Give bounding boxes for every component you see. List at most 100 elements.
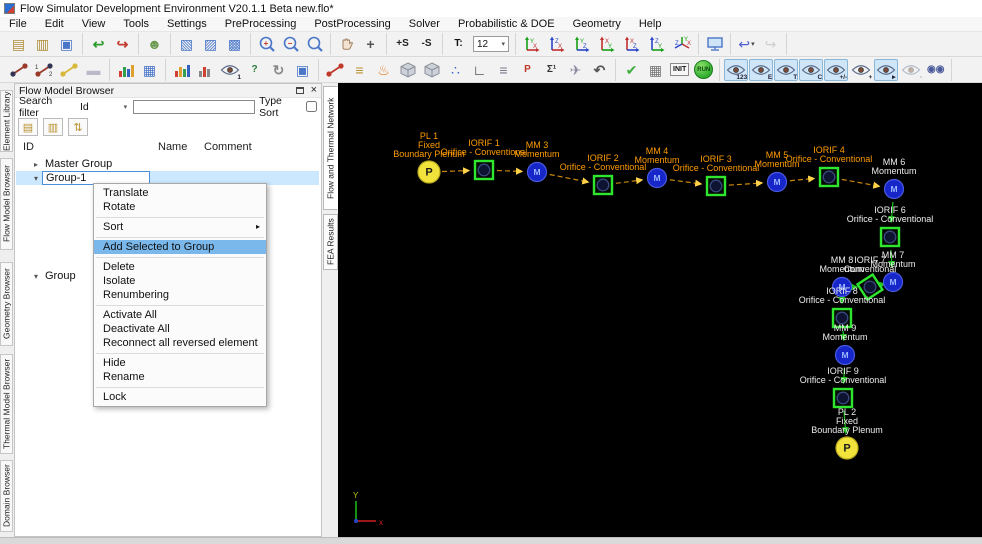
menu-tools[interactable]: Tools [114,18,158,30]
report-page-icon[interactable]: ? [243,59,266,81]
renumber-element-icon[interactable]: 12 [32,59,56,81]
combustion-icon[interactable]: ♨ [372,59,395,81]
open-model-icon[interactable]: ▥ [31,33,54,55]
menu-file[interactable]: File [0,18,36,30]
zoom-window-icon[interactable] [303,33,326,55]
tab-domain-browser[interactable]: Domain Browser [0,460,13,532]
edge-iorif2-mm4[interactable] [616,180,642,183]
menu-item-renumbering[interactable]: Renumbering [94,288,266,302]
chain-link-icon[interactable] [323,59,347,81]
hierarchy-icon[interactable]: ≡ [348,59,371,81]
chevron-down-icon[interactable]: ▾ [30,174,42,183]
view-iso-icon[interactable]: YXZ [670,33,694,55]
view-xy-icon[interactable]: XY [595,33,619,55]
edge-iorif1-mm3[interactable] [497,170,522,171]
tab-geometry-browser[interactable]: Geometry Browser [0,262,13,346]
menu-view[interactable]: View [73,18,115,30]
select-box-icon[interactable]: ▩ [223,33,246,55]
select-group-icon[interactable]: ▨ [199,33,222,55]
create-element-icon[interactable] [7,59,31,81]
menu-probabilistic-doe[interactable]: Probabilistic & DOE [449,18,564,30]
p-curve-icon[interactable]: P [516,59,539,81]
redo-icon[interactable]: ↪ [759,33,782,55]
export-model-icon[interactable]: ↪ [111,33,134,55]
column-id[interactable]: ID [23,141,34,153]
fit-view-icon[interactable] [703,33,726,55]
node-mm9[interactable]: M [836,346,855,365]
select-elements-icon[interactable]: ▧ [175,33,198,55]
menu-item-translate[interactable]: Translate [94,186,266,200]
edge-mm3-iorif2[interactable] [550,175,589,183]
network-canvas[interactable]: PPL 1FixedBoundary PlenumIORIF 1Orifice … [338,83,982,537]
sort-tree-button[interactable]: ⇅ [68,118,88,136]
menu-help[interactable]: Help [630,18,671,30]
user-icon[interactable]: ☻ [143,33,166,55]
show-temps-icon[interactable]: T [774,59,798,81]
node-iorif2[interactable] [594,176,612,194]
menu-item-sort[interactable]: Sort▸ [94,220,266,234]
edit-element-icon[interactable] [57,59,81,81]
save-results-icon[interactable]: ▣ [291,59,314,81]
menu-preprocessing[interactable]: PreProcessing [216,18,306,30]
node-iorif3[interactable] [707,177,725,195]
node-mm6[interactable]: M [885,180,904,199]
node-mm5[interactable]: M [768,173,787,192]
sigma-icon[interactable]: Σ¹ [540,59,563,81]
column-comment[interactable]: Comment [204,141,252,153]
menu-item-deactivate-all[interactable]: Deactivate All [94,322,266,336]
edge-iorif3-mm5[interactable] [729,183,762,185]
edge-mm4-iorif3[interactable] [670,180,701,184]
chevron-right-icon[interactable]: ▸ [30,160,42,169]
tab-element-library[interactable]: Element Library [0,90,13,152]
highlight-pick-icon[interactable]: ► [874,59,898,81]
view-yx-icon[interactable]: YX [520,33,544,55]
menu-item-lock[interactable]: Lock [94,390,266,404]
add-group-button[interactable]: ▤ [18,118,38,136]
node-pl2[interactable]: P [836,437,858,459]
node-iorif4[interactable] [820,168,838,186]
tab-fea-results[interactable]: FEA Results [323,214,338,270]
column-name[interactable]: Name [158,141,187,153]
type-sort-checkbox[interactable] [306,101,317,112]
contour-legend-icon[interactable] [170,59,193,81]
save-model-icon[interactable]: ▣ [55,33,78,55]
run-button[interactable]: RUN [692,59,715,81]
edge-pl1-iorif1[interactable] [442,171,469,172]
node-mm3[interactable]: M [528,163,547,182]
merge-element-icon[interactable]: ▬ [82,59,105,81]
chevron-down-icon[interactable]: ▾ [30,272,42,281]
decrease-symbol-icon[interactable]: -S [415,33,438,55]
undo-icon[interactable]: ↩▾ [735,33,758,55]
results-chart-icon[interactable] [114,59,137,81]
view-zx-icon[interactable]: ZX [545,33,569,55]
new-model-icon[interactable]: ▤ [7,33,30,55]
menu-settings[interactable]: Settings [158,18,216,30]
reverse-connect-icon[interactable]: ↶ [588,59,611,81]
colored-nodes-icon[interactable]: ∴ [444,59,467,81]
node-iorif9[interactable] [834,389,852,407]
hide-selected-icon[interactable]: ▫ [899,59,923,81]
wire-cube-icon[interactable] [420,59,443,81]
pan-hand-icon[interactable] [335,33,358,55]
zoom-out-icon[interactable]: − [279,33,302,55]
init-button[interactable]: INIT [668,59,691,81]
tab-flow-model-browser[interactable]: Flow Model Browser [0,158,13,250]
font-size-select[interactable]: 12▾ [471,33,511,55]
node-mm4[interactable]: M [648,169,667,188]
node-iorif1[interactable] [475,161,493,179]
show-elements-icon[interactable]: E [749,59,773,81]
show-result-values-icon[interactable]: 1 [218,59,242,81]
solid-cube-icon[interactable] [396,59,419,81]
menu-postprocessing[interactable]: PostProcessing [305,18,399,30]
menu-item-hide[interactable]: Hide [94,356,266,370]
tab-flow-and-thermal-network[interactable]: Flow and Thermal Network [323,86,338,210]
remove-group-button[interactable]: ▥ [43,118,63,136]
show-chambers-icon[interactable]: C [799,59,823,81]
increase-symbol-icon[interactable]: +S [391,33,414,55]
menu-item-delete[interactable]: Delete [94,260,266,274]
search-filter-dropdown[interactable]: Id ▾ [78,100,129,114]
menu-edit[interactable]: Edit [36,18,73,30]
tree-item-master-group[interactable]: ▸Master Group [16,157,319,171]
menu-item-reconnect-all-reversed-element[interactable]: Reconnect all reversed element [94,336,266,350]
menu-item-rename[interactable]: Rename [94,370,266,384]
